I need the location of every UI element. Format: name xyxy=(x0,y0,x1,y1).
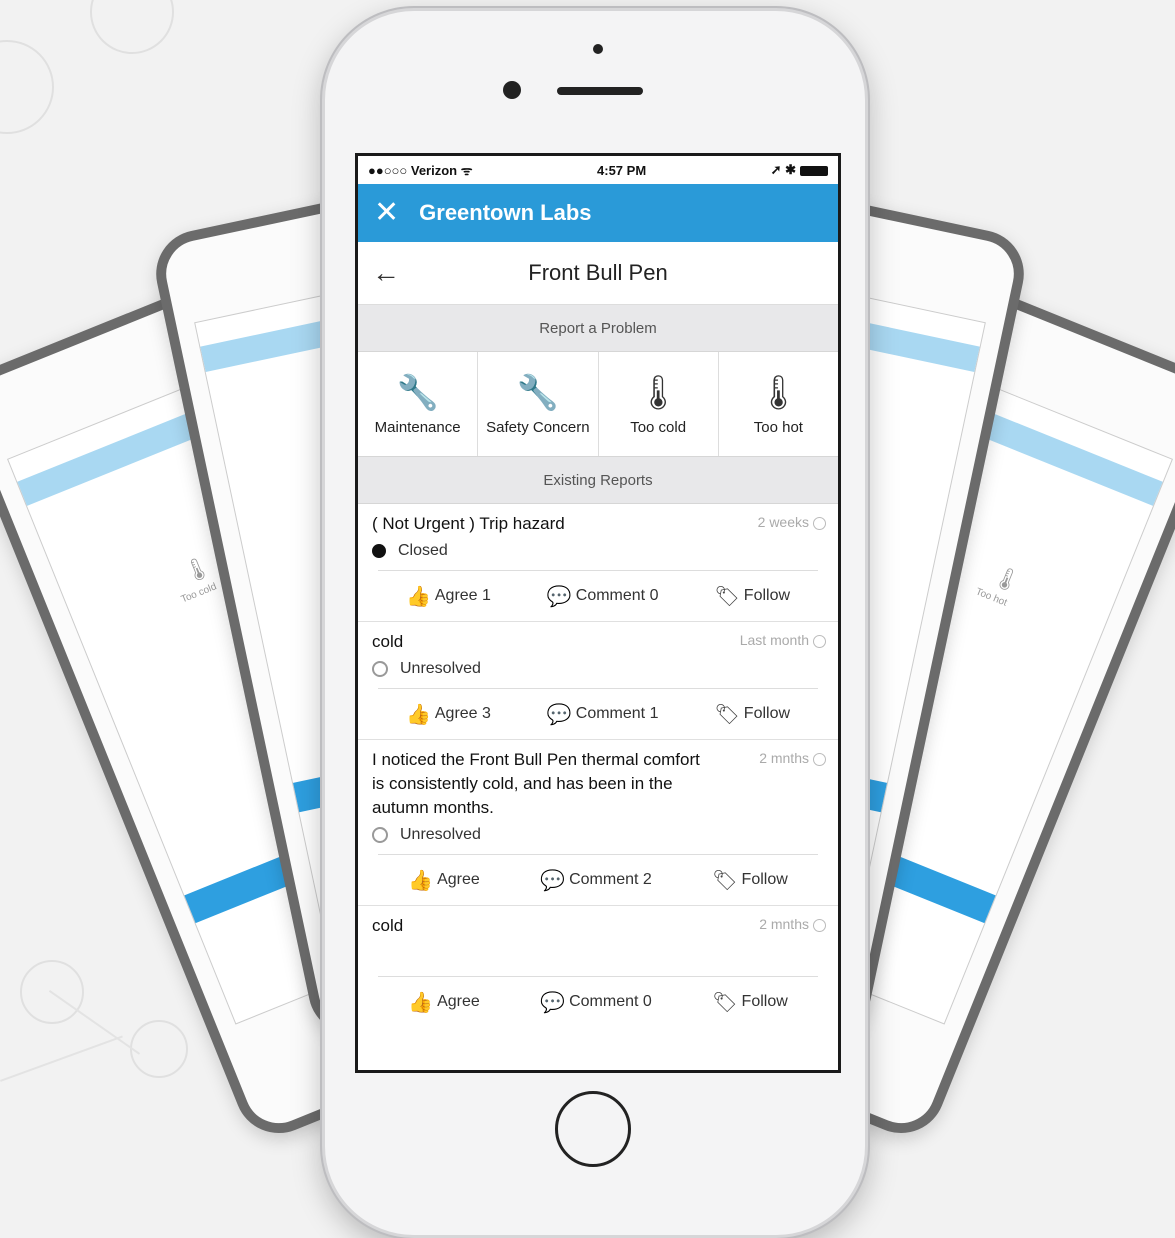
follow-tag-icon: 🏷 xyxy=(714,585,740,608)
follow-tag-icon: 🏷 xyxy=(714,703,740,726)
follow-tag-icon: 🏷 xyxy=(712,869,738,892)
background-label: Too cold xyxy=(179,581,219,606)
section-header-existing: Existing Reports xyxy=(358,457,838,504)
battery-icon xyxy=(799,165,828,176)
earpiece-speaker xyxy=(557,87,643,95)
app-bar: ✕ Greentown Labs xyxy=(358,184,838,242)
network-node-decoration xyxy=(130,1020,188,1078)
category-too-hot[interactable]: 🌡 Too hot xyxy=(719,352,838,456)
back-arrow-icon[interactable]: ← xyxy=(372,257,400,289)
network-node-decoration xyxy=(90,0,174,54)
report-actions: 👍 Agree 3 💬 Comment 1 🏷 Follow xyxy=(378,688,818,739)
category-grid: 🔧 Maintenance 🔧 Safety Concern 🌡 Too col… xyxy=(358,352,838,457)
thumbs-up-icon: 👍 xyxy=(408,869,434,892)
nav-bar: ← Front Bull Pen xyxy=(358,242,838,305)
category-safety-concern[interactable]: 🔧 Safety Concern xyxy=(478,352,599,456)
category-label: Safety Concern xyxy=(486,418,590,436)
report-item[interactable]: I noticed the Front Bull Pen thermal com… xyxy=(358,740,838,905)
comment-button[interactable]: 💬 Comment 0 xyxy=(540,990,652,1015)
report-time: 2 weeks xyxy=(758,514,826,530)
wrench-icon: 🔧 xyxy=(396,373,439,412)
status-filled-dot-icon xyxy=(372,544,386,558)
home-button[interactable] xyxy=(555,1091,631,1167)
comment-bubble-icon: 💬 xyxy=(540,991,566,1014)
report-actions: 👍 Agree 💬 Comment 0 🏷 Follow xyxy=(378,976,818,1027)
phone-screen: ●●○○○ Verizon ᯤ 4:57 PM ➚ ✱ ✕ Greentown … xyxy=(355,153,841,1073)
network-line-decoration xyxy=(0,1035,123,1082)
carrier-label: ●●○○○ Verizon ᯤ xyxy=(368,163,473,178)
agree-button[interactable]: 👍 Agree xyxy=(408,868,480,893)
report-status: Unresolved xyxy=(372,660,824,678)
app-title: Greentown Labs xyxy=(419,200,592,225)
comment-button[interactable]: 💬 Comment 1 xyxy=(547,702,659,727)
comment-bubble-icon: 💬 xyxy=(540,869,566,892)
close-icon[interactable]: ✕ xyxy=(374,198,399,228)
category-label: Too cold xyxy=(630,418,687,436)
info-icon xyxy=(813,634,826,648)
status-bar: ●●○○○ Verizon ᯤ 4:57 PM ➚ ✱ xyxy=(358,156,838,184)
category-maintenance[interactable]: 🔧 Maintenance xyxy=(358,352,479,456)
agree-button[interactable]: 👍 Agree xyxy=(408,990,480,1015)
follow-tag-icon: 🏷 xyxy=(712,991,738,1014)
thermometer-icon: 🌡 xyxy=(756,373,800,412)
follow-button[interactable]: 🏷 Follow xyxy=(712,990,788,1015)
network-node-decoration xyxy=(0,40,54,134)
section-header-report: Report a Problem xyxy=(358,305,838,352)
report-actions: 👍 Agree 1 💬 Comment 0 🏷 Follow xyxy=(378,570,818,621)
category-too-cold[interactable]: 🌡 Too cold xyxy=(599,352,719,456)
report-title: I noticed the Front Bull Pen thermal com… xyxy=(372,750,700,817)
status-empty-circle-icon xyxy=(372,827,388,843)
report-title: ( Not Urgent ) Trip hazard xyxy=(372,514,565,533)
comment-bubble-icon: 💬 xyxy=(546,585,572,608)
wrench-icon: 🔧 xyxy=(516,373,560,412)
follow-button[interactable]: 🏷 Follow xyxy=(712,868,788,893)
agree-button[interactable]: 👍 Agree 1 xyxy=(406,584,491,609)
status-empty-circle-icon xyxy=(372,661,388,677)
report-time: 2 mnths xyxy=(759,916,826,932)
report-status: Closed xyxy=(372,542,824,560)
thumbs-up-icon: 👍 xyxy=(405,585,431,608)
report-item[interactable]: cold 2 mnths 👍 Agree 💬 Comment 0 🏷 Follow xyxy=(358,906,838,1027)
page-title: Front Bull Pen xyxy=(528,260,668,285)
agree-button[interactable]: 👍 Agree 3 xyxy=(406,702,491,727)
thermometer-icon: 🌡 xyxy=(989,562,1025,596)
phone-frame: ●●○○○ Verizon ᯤ 4:57 PM ➚ ✱ ✕ Greentown … xyxy=(322,8,868,1238)
info-icon xyxy=(813,752,826,766)
category-label: Too hot xyxy=(753,418,803,436)
thumbs-up-icon: 👍 xyxy=(408,991,434,1014)
thermometer-icon: 🌡 xyxy=(636,373,680,412)
report-item[interactable]: ( Not Urgent ) Trip hazard 2 weeks Close… xyxy=(358,504,838,621)
report-time: 2 mnths xyxy=(759,750,826,766)
report-item[interactable]: cold Last month Unresolved 👍 Agree 3 💬 Com… xyxy=(358,622,838,739)
category-label: Maintenance xyxy=(374,418,461,436)
status-indicators: ➚ ✱ xyxy=(771,162,828,178)
info-icon xyxy=(813,918,826,932)
follow-button[interactable]: 🏷 Follow xyxy=(714,702,790,727)
clock-label: 4:57 PM xyxy=(597,162,647,178)
comment-button[interactable]: 💬 Comment 2 xyxy=(540,868,652,893)
report-title: cold xyxy=(372,916,404,935)
comment-button[interactable]: 💬 Comment 0 xyxy=(547,584,659,609)
front-camera xyxy=(503,81,521,99)
follow-button[interactable]: 🏷 Follow xyxy=(714,584,790,609)
info-icon xyxy=(813,516,826,530)
report-actions: 👍 Agree 💬 Comment 2 🏷 Follow xyxy=(378,854,818,905)
report-title: cold xyxy=(372,632,404,651)
thumbs-up-icon: 👍 xyxy=(405,703,431,726)
report-status: Unresolved xyxy=(372,826,824,844)
proximity-sensor xyxy=(593,44,603,54)
report-time: Last month xyxy=(740,632,826,648)
comment-bubble-icon: 💬 xyxy=(546,703,572,726)
